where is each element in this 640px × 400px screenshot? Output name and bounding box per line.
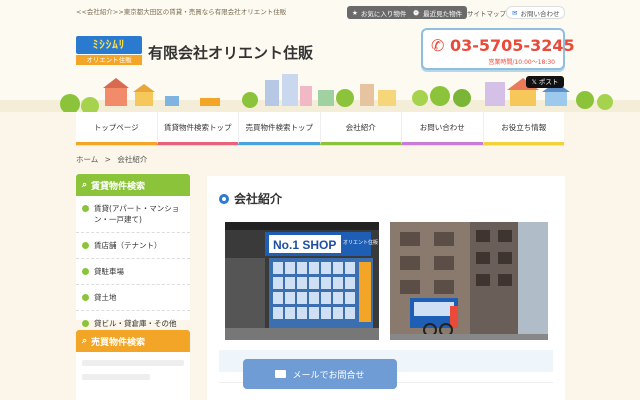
mail-icon: ✉ bbox=[512, 8, 518, 17]
building-photo bbox=[390, 222, 548, 340]
faded-list-item bbox=[82, 360, 184, 366]
search-icon: ⌕ bbox=[82, 336, 88, 346]
nav-top[interactable]: トップページ bbox=[76, 112, 157, 145]
x-logo-icon: 𝕏 bbox=[531, 78, 537, 86]
rent-item-residential[interactable]: 賃貸(アパート・マンション・一戸建て) bbox=[76, 196, 190, 233]
sale-search-panel: ⌕ 売買物件検索 bbox=[76, 330, 190, 400]
nav-sale-search[interactable]: 売買物件検索トップ bbox=[238, 112, 320, 145]
nav-rent-search[interactable]: 賃貸物件検索トップ bbox=[156, 112, 238, 145]
favorites-button[interactable]: ★ お気に入り物件 bbox=[347, 6, 412, 19]
storefront-sign: No.1 SHOP bbox=[273, 238, 336, 252]
clock-icon: ⌚ bbox=[412, 8, 421, 17]
breadcrumb-current: 会社紹介 bbox=[117, 155, 148, 164]
post-button[interactable]: 𝕏 ポスト bbox=[526, 76, 564, 88]
rent-item-parking[interactable]: 貸駐車場 bbox=[76, 259, 190, 285]
page-title: 会社紹介 bbox=[219, 190, 282, 207]
phone-number: ✆ 03-5705-3245 bbox=[431, 36, 575, 55]
sale-search-title: ⌕ 売買物件検索 bbox=[76, 330, 190, 352]
search-icon: ⌕ bbox=[82, 180, 88, 190]
rent-search-panel: ⌕ 賃貸物件検索 賃貸(アパート・マンション・一戸建て) 賃店舗（テナント） 貸… bbox=[76, 174, 190, 337]
storefront-photo: No.1 SHOP オリエント住販 bbox=[225, 222, 379, 340]
site-header: <<会社紹介>>東京都大田区の賃貸・売買なら有限会社オリエント住販 ★ お気に入… bbox=[0, 0, 640, 112]
main-nav: トップページ 賃貸物件検索トップ 売買物件検索トップ 会社紹介 お問い合わせ お… bbox=[76, 112, 564, 146]
breadcrumb-home[interactable]: ホーム bbox=[76, 155, 98, 164]
nav-company[interactable]: 会社紹介 bbox=[319, 112, 401, 145]
circle-bullet-icon bbox=[219, 193, 229, 204]
nav-contact[interactable]: お問い合わせ bbox=[401, 112, 483, 145]
rent-item-store[interactable]: 賃店舗（テナント） bbox=[76, 233, 190, 259]
sitemap-link[interactable]: サイトマップ bbox=[462, 6, 511, 19]
rent-search-title: ⌕ 賃貸物件検索 bbox=[76, 174, 190, 196]
recent-button[interactable]: ⌚ 最近見た物件 bbox=[407, 6, 468, 19]
rent-item-land[interactable]: 貸土地 bbox=[76, 285, 190, 311]
breadcrumb-separator: > bbox=[104, 155, 111, 164]
star-icon: ★ bbox=[352, 8, 358, 17]
mail-inquiry-button[interactable]: メールでお問合せ bbox=[243, 359, 397, 389]
faded-list-item bbox=[82, 374, 151, 380]
contact-button[interactable]: ✉ お問い合わせ bbox=[506, 6, 566, 19]
nav-useful-info[interactable]: お役立ち情報 bbox=[482, 112, 564, 145]
phone-icon: ✆ bbox=[431, 36, 445, 55]
site-tagline: <<会社紹介>>東京都大田区の賃貸・売買なら有限会社オリエント住販 bbox=[76, 8, 287, 16]
storefront-sign-sub: オリエント住販 bbox=[343, 239, 378, 246]
breadcrumb: ホーム > 会社紹介 bbox=[76, 154, 147, 165]
envelope-icon bbox=[275, 370, 287, 378]
